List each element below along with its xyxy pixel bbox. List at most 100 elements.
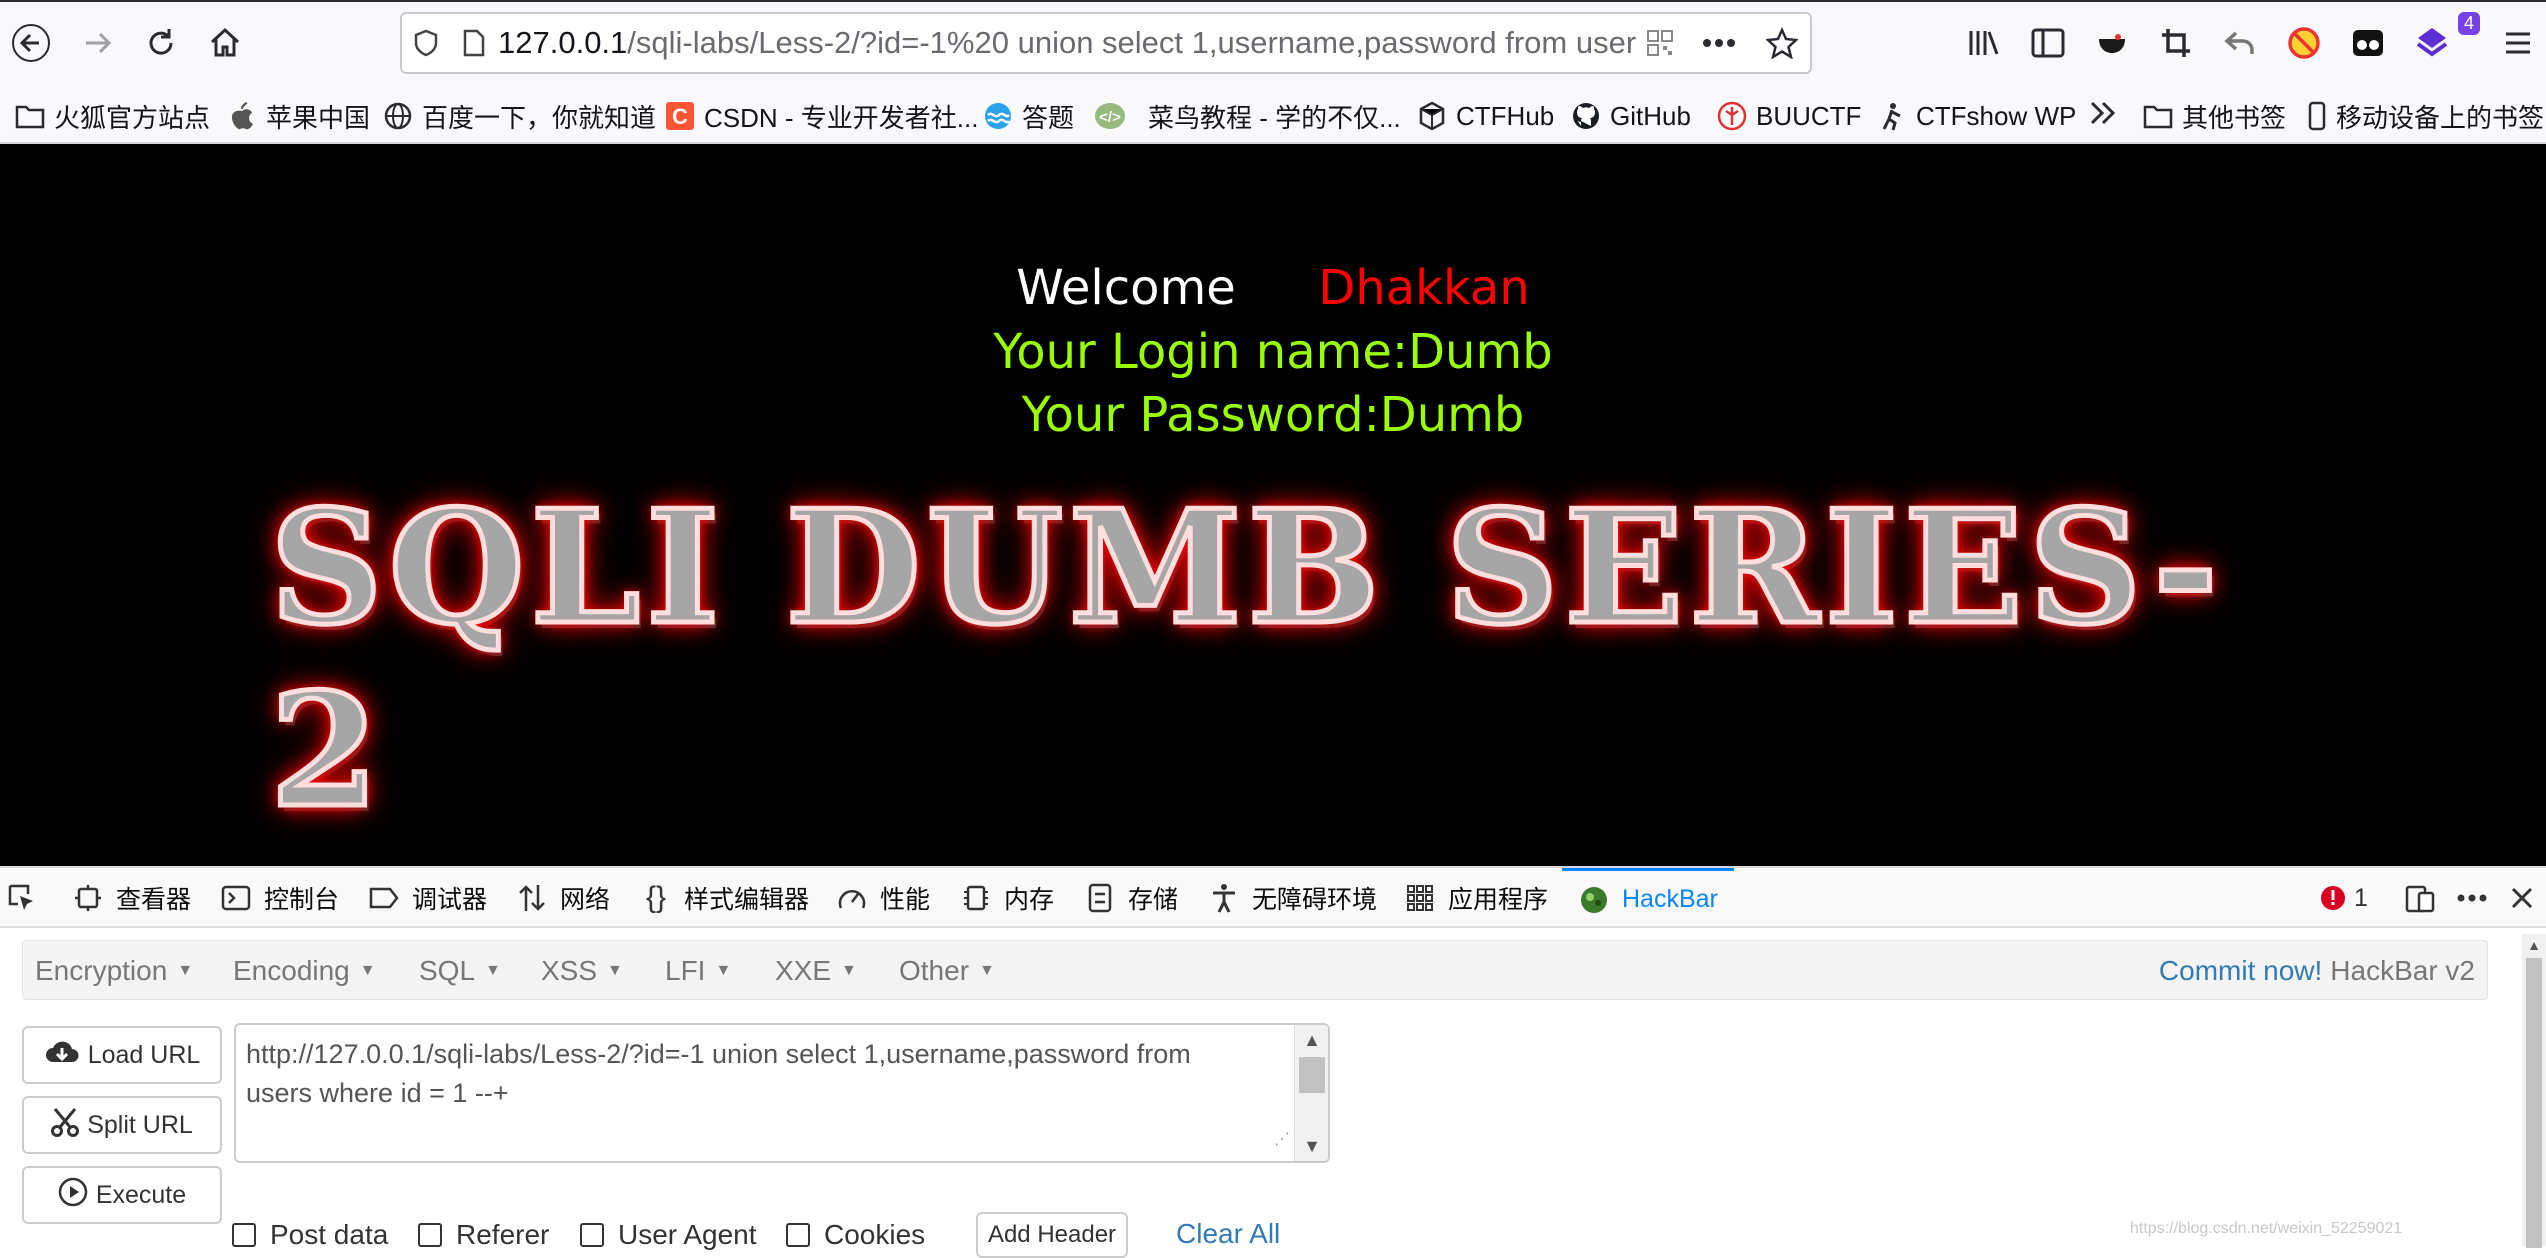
- bookmark-other[interactable]: 其他书签: [2142, 96, 2286, 136]
- page-actions-icon[interactable]: [1684, 38, 1754, 48]
- execute-button[interactable]: Execute: [22, 1166, 222, 1224]
- menu-lfi[interactable]: LFI ▼: [665, 941, 731, 1001]
- bookmark-mobile[interactable]: 移动设备上的书签: [2306, 96, 2544, 136]
- extension-bowl-icon[interactable]: [2088, 18, 2136, 68]
- menu-encryption[interactable]: Encryption ▼: [35, 941, 193, 1001]
- split-url-button[interactable]: Split URL: [22, 1096, 222, 1154]
- cookies-checkbox[interactable]: Cookies: [786, 1218, 925, 1252]
- tab-application[interactable]: 应用程序: [1404, 868, 1548, 928]
- tab-memory[interactable]: 内存: [960, 868, 1054, 928]
- error-count: 1: [2354, 883, 2368, 912]
- password-line: Your Password:Dumb: [1021, 387, 1525, 443]
- menu-other[interactable]: Other ▼: [899, 941, 995, 1001]
- bookmark-label: 火狐官方站点: [54, 102, 211, 133]
- checkbox[interactable]: [786, 1223, 810, 1247]
- bookmark-github[interactable]: GitHub: [1570, 96, 1691, 136]
- container-extension-icon[interactable]: [2344, 18, 2392, 68]
- add-header-button[interactable]: Add Header: [976, 1212, 1128, 1258]
- referer-checkbox[interactable]: Referer: [418, 1218, 549, 1252]
- memory-icon: [960, 883, 992, 913]
- menu-xxe[interactable]: XXE ▼: [775, 941, 857, 1001]
- tab-accessibility[interactable]: 无障碍环境: [1208, 868, 1377, 928]
- qr-code-icon[interactable]: [1636, 29, 1684, 57]
- tab-network[interactable]: 网络: [516, 868, 610, 928]
- devtools-scrollbar[interactable]: ▲: [2522, 934, 2546, 1248]
- tab-label: HackBar: [1622, 885, 1718, 913]
- library-icon[interactable]: [1960, 18, 2008, 68]
- bookmark-baidu[interactable]: 百度一下，你就知道: [382, 96, 656, 136]
- menu-label: SQL: [419, 955, 476, 986]
- tab-storage[interactable]: 存储: [1084, 868, 1178, 928]
- url-text[interactable]: 127.0.0.1/sqli-labs/Less-2/?id=-1%20 uni…: [498, 25, 1636, 61]
- chevron-up-icon[interactable]: ▲: [2522, 934, 2546, 956]
- chevron-down-icon[interactable]: ▼: [1295, 1131, 1328, 1161]
- bookmark-apple-china[interactable]: 苹果中国: [226, 96, 370, 136]
- tracking-shield-icon[interactable]: [402, 29, 450, 57]
- tab-inspector[interactable]: 查看器: [72, 868, 191, 928]
- textarea-scrollbar[interactable]: ▲ ▼: [1294, 1025, 1328, 1161]
- reload-button[interactable]: [132, 14, 190, 72]
- mobile-icon: [2306, 100, 2328, 132]
- responsive-mode-button[interactable]: [2404, 868, 2448, 928]
- scroll-thumb[interactable]: [2526, 958, 2542, 1248]
- button-label: Load URL: [87, 1040, 201, 1069]
- element-picker-button[interactable]: [6, 868, 50, 928]
- tab-style-editor[interactable]: {} 样式编辑器: [640, 868, 809, 928]
- bookmark-ctfshow[interactable]: CTFshow WP: [1876, 96, 2076, 136]
- menu-sql[interactable]: SQL ▼: [419, 941, 501, 1001]
- clear-all-link[interactable]: Clear All: [1176, 1218, 1280, 1250]
- bookmark-label: GitHub: [1610, 100, 1691, 131]
- scissors-icon: [51, 1107, 80, 1144]
- menu-label: Encryption: [35, 955, 168, 986]
- blocker-extension-icon[interactable]: [2280, 18, 2328, 68]
- bookmark-star-icon[interactable]: [1754, 27, 1810, 59]
- bookmark-answer[interactable]: 答题: [982, 96, 1074, 136]
- bookmark-label: CSDN - 专业开发者社...: [704, 102, 979, 133]
- url-textarea[interactable]: http://127.0.0.1/sqli-labs/Less-2/?id=-1…: [234, 1023, 1330, 1163]
- tab-label: 存储: [1128, 886, 1179, 914]
- devtools-options-button[interactable]: [2456, 868, 2500, 928]
- checkbox[interactable]: [418, 1223, 442, 1247]
- close-devtools-button[interactable]: [2506, 868, 2546, 928]
- bookmark-runoob[interactable]: </> 菜鸟教程 - 学的不仅...: [1094, 96, 1401, 136]
- picker-icon: [6, 883, 38, 913]
- back-button[interactable]: [2, 14, 60, 72]
- bookmark-buuctf[interactable]: BUUCTF: [1716, 96, 1861, 136]
- tab-hackbar[interactable]: HackBar: [1562, 868, 1734, 928]
- bookmark-csdn[interactable]: C CSDN - 专业开发者社...: [664, 96, 978, 136]
- sidebar-icon[interactable]: [2024, 18, 2072, 68]
- screenshot-crop-icon[interactable]: [2152, 18, 2200, 68]
- menu-encoding[interactable]: Encoding ▼: [233, 941, 376, 1001]
- page-info-icon[interactable]: [450, 29, 498, 57]
- forward-button[interactable]: [70, 14, 128, 72]
- checkbox[interactable]: [580, 1223, 604, 1247]
- ctfhub-icon: [1416, 100, 1448, 132]
- tab-debugger[interactable]: 调试器: [368, 868, 487, 928]
- back-arrow-icon: [12, 24, 50, 62]
- tab-performance[interactable]: 性能: [836, 868, 930, 928]
- error-count-badge[interactable]: 1: [2320, 868, 2368, 928]
- style-editor-icon: {}: [645, 881, 667, 914]
- menu-xss[interactable]: XSS ▼: [541, 941, 623, 1001]
- home-button[interactable]: [196, 14, 254, 72]
- user-agent-checkbox[interactable]: User Agent: [580, 1218, 757, 1252]
- forward-arrow-icon: [86, 32, 112, 54]
- url-line-1: http://127.0.0.1/sqli-labs/Less-2/?id=-1…: [246, 1039, 1191, 1069]
- checkbox[interactable]: [232, 1223, 256, 1247]
- undo-extension-icon[interactable]: [2216, 18, 2264, 68]
- resize-grip-icon[interactable]: ⋰: [1274, 1120, 1290, 1159]
- hackbar-extension-icon[interactable]: [2408, 18, 2456, 68]
- bookmark-ctfhub[interactable]: CTFHub: [1416, 96, 1554, 136]
- post-data-checkbox[interactable]: Post data: [232, 1218, 388, 1252]
- menu-hamburger-icon[interactable]: [2494, 18, 2542, 68]
- chevron-up-icon[interactable]: ▲: [1295, 1025, 1328, 1055]
- menu-label: Encoding: [233, 955, 350, 986]
- bookmark-firefox-official[interactable]: 火狐官方站点: [14, 96, 210, 136]
- load-url-button[interactable]: Load URL: [22, 1026, 222, 1084]
- tab-console[interactable]: 控制台: [220, 868, 339, 928]
- url-bar[interactable]: 127.0.0.1/sqli-labs/Less-2/?id=-1%20 uni…: [400, 12, 1812, 74]
- more-bookmarks-button[interactable]: [2088, 96, 2118, 136]
- commit-now-link[interactable]: Commit now!: [2159, 955, 2322, 987]
- scroll-thumb[interactable]: [1299, 1057, 1325, 1093]
- devtools-toolbar: 查看器 控制台 调试器 网络 {} 样式编辑器 性能 内存 存储 无障碍环境 应用…: [0, 868, 2546, 928]
